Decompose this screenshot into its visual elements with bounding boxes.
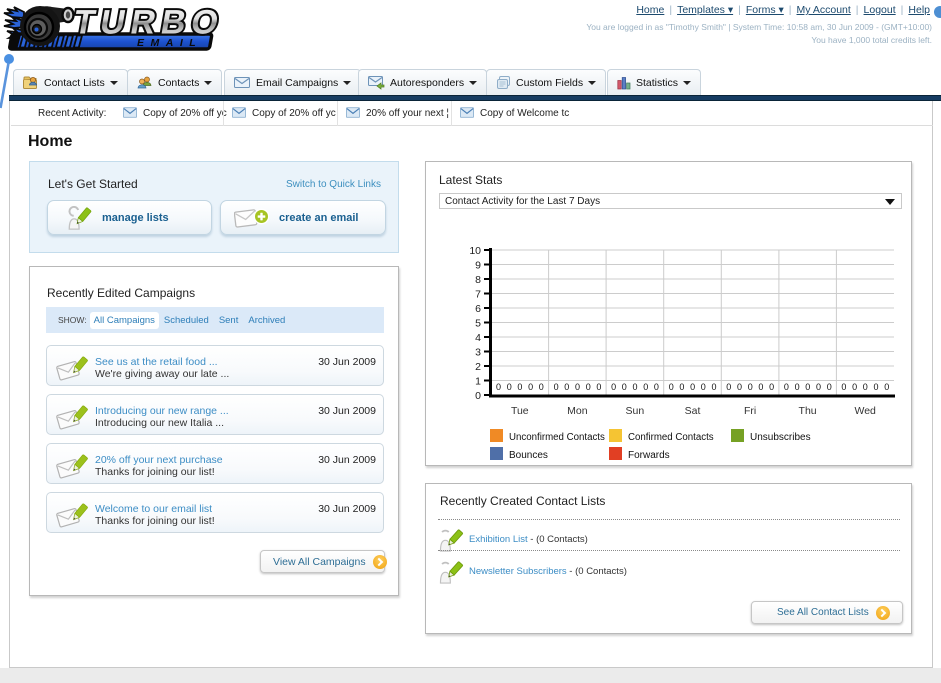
svg-text:4: 4 bbox=[475, 332, 481, 344]
svg-text:2: 2 bbox=[475, 361, 481, 373]
svg-text:0: 0 bbox=[737, 382, 742, 392]
svg-text:0: 0 bbox=[528, 382, 533, 392]
svg-text:Thu: Thu bbox=[799, 405, 817, 417]
svg-text:10: 10 bbox=[469, 245, 481, 257]
svg-text:Mon: Mon bbox=[567, 405, 588, 417]
svg-text:0: 0 bbox=[841, 382, 846, 392]
svg-text:0: 0 bbox=[622, 382, 627, 392]
svg-text:0: 0 bbox=[769, 382, 774, 392]
svg-text:0: 0 bbox=[679, 382, 684, 392]
svg-text:Bounces: Bounces bbox=[509, 450, 548, 461]
svg-text:1: 1 bbox=[475, 376, 481, 388]
svg-text:0: 0 bbox=[611, 382, 616, 392]
svg-text:0: 0 bbox=[852, 382, 857, 392]
svg-text:0: 0 bbox=[884, 382, 889, 392]
svg-text:0: 0 bbox=[827, 382, 832, 392]
svg-text:0: 0 bbox=[873, 382, 878, 392]
svg-text:Forwards: Forwards bbox=[628, 450, 670, 461]
svg-text:0: 0 bbox=[575, 382, 580, 392]
svg-text:Confirmed Contacts: Confirmed Contacts bbox=[628, 432, 714, 443]
svg-text:7: 7 bbox=[475, 289, 481, 301]
svg-text:0: 0 bbox=[784, 382, 789, 392]
svg-text:0: 0 bbox=[586, 382, 591, 392]
svg-text:9: 9 bbox=[475, 260, 481, 272]
svg-text:0: 0 bbox=[654, 382, 659, 392]
svg-text:0: 0 bbox=[632, 382, 637, 392]
svg-text:Unsubscribes: Unsubscribes bbox=[750, 432, 811, 443]
svg-text:0: 0 bbox=[554, 382, 559, 392]
svg-text:0: 0 bbox=[758, 382, 763, 392]
svg-text:0: 0 bbox=[596, 382, 601, 392]
svg-text:0: 0 bbox=[564, 382, 569, 392]
svg-text:0: 0 bbox=[726, 382, 731, 392]
svg-text:0: 0 bbox=[711, 382, 716, 392]
svg-text:Wed: Wed bbox=[854, 405, 876, 417]
svg-text:0: 0 bbox=[496, 382, 501, 392]
svg-text:3: 3 bbox=[475, 347, 481, 359]
svg-text:0: 0 bbox=[669, 382, 674, 392]
svg-text:0: 0 bbox=[816, 382, 821, 392]
svg-text:0: 0 bbox=[690, 382, 695, 392]
svg-text:0: 0 bbox=[748, 382, 753, 392]
svg-text:0: 0 bbox=[507, 382, 512, 392]
svg-text:0: 0 bbox=[517, 382, 522, 392]
svg-text:Fri: Fri bbox=[744, 405, 756, 417]
svg-text:6: 6 bbox=[475, 303, 481, 315]
svg-text:Unconfirmed Contacts: Unconfirmed Contacts bbox=[509, 432, 605, 443]
svg-text:0: 0 bbox=[805, 382, 810, 392]
svg-text:0: 0 bbox=[643, 382, 648, 392]
svg-text:0: 0 bbox=[863, 382, 868, 392]
svg-text:5: 5 bbox=[475, 318, 481, 330]
svg-text:0: 0 bbox=[539, 382, 544, 392]
svg-text:Sun: Sun bbox=[626, 405, 645, 417]
svg-text:0: 0 bbox=[795, 382, 800, 392]
svg-text:Sat: Sat bbox=[685, 405, 701, 417]
svg-text:0: 0 bbox=[475, 390, 481, 402]
svg-text:0: 0 bbox=[701, 382, 706, 392]
svg-text:8: 8 bbox=[475, 274, 481, 286]
svg-text:Tue: Tue bbox=[511, 405, 529, 417]
